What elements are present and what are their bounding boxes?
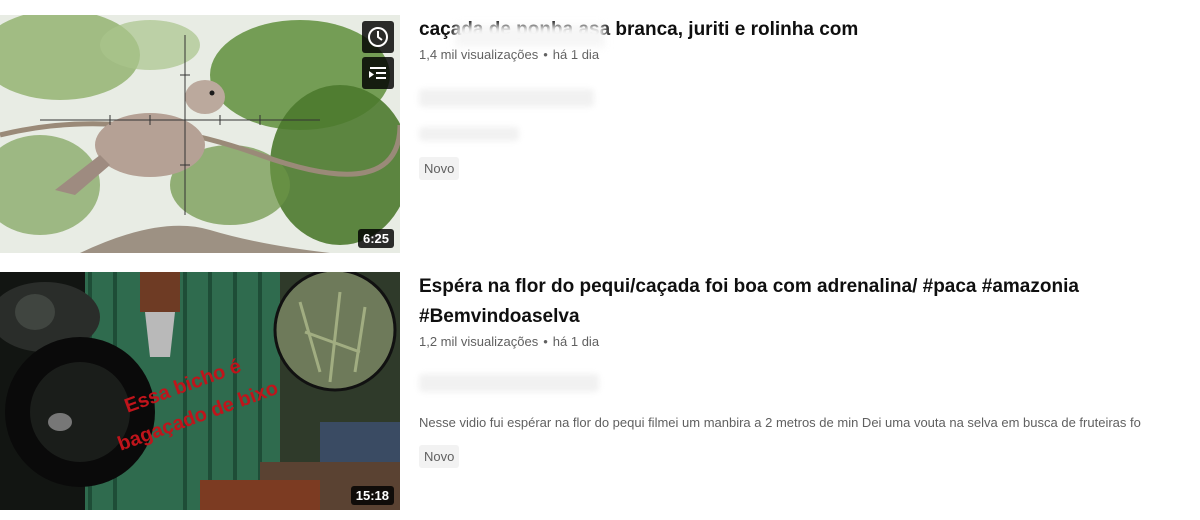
upload-age: há 1 dia [552, 47, 600, 62]
video-thumbnail-1[interactable]: 6:25 [0, 15, 400, 253]
title-redacted-tail [455, 25, 605, 47]
video-metadata: 1,4 mil visualizações • há 1 dia [419, 47, 1200, 62]
channel-name-redacted [419, 374, 599, 392]
thumbnail-image-gear: Essa bicho é bagaçado de bixo [0, 272, 400, 510]
video-title-line-2: #Bemvindoaselva [419, 306, 580, 327]
add-to-queue-button[interactable] [362, 57, 394, 89]
add-to-queue-icon [369, 67, 386, 79]
video-description-snippet: Nesse vidio fui espérar na flor do pequi… [419, 415, 1141, 430]
meta-separator: • [543, 334, 548, 349]
video-thumbnail-2[interactable]: Essa bicho é bagaçado de bixo 15:18 [0, 272, 400, 510]
video-title-link[interactable]: Espéra na flor do pequi/caçada foi boa c… [419, 272, 1200, 332]
upload-age: há 1 dia [552, 334, 600, 349]
new-badge: Novo [419, 445, 460, 468]
meta-separator: • [543, 47, 548, 62]
channel-name-redacted [419, 89, 594, 107]
video-result-1[interactable]: 6:25 caçada de ponba asa branca, juriti … [0, 15, 1200, 253]
view-count: 1,2 mil visualizações [419, 334, 539, 349]
view-count: 1,4 mil visualizações [419, 47, 539, 62]
new-badge: Novo [419, 157, 460, 180]
thumbnail-image-dove [0, 15, 400, 253]
duration-badge: 6:25 [357, 229, 394, 248]
video-info-2: Espéra na flor do pequi/caçada foi boa c… [419, 272, 1200, 468]
description-redacted [419, 127, 519, 141]
duration-badge: 15:18 [350, 486, 394, 505]
video-title-line-1: Espéra na flor do pequi/caçada foi boa c… [419, 276, 1079, 297]
watch-later-button[interactable] [362, 21, 394, 53]
video-result-2[interactable]: Essa bicho é bagaçado de bixo 15:18 Espé… [0, 272, 1200, 510]
clock-icon [368, 27, 388, 47]
video-metadata: 1,2 mil visualizações • há 1 dia [419, 334, 1200, 349]
